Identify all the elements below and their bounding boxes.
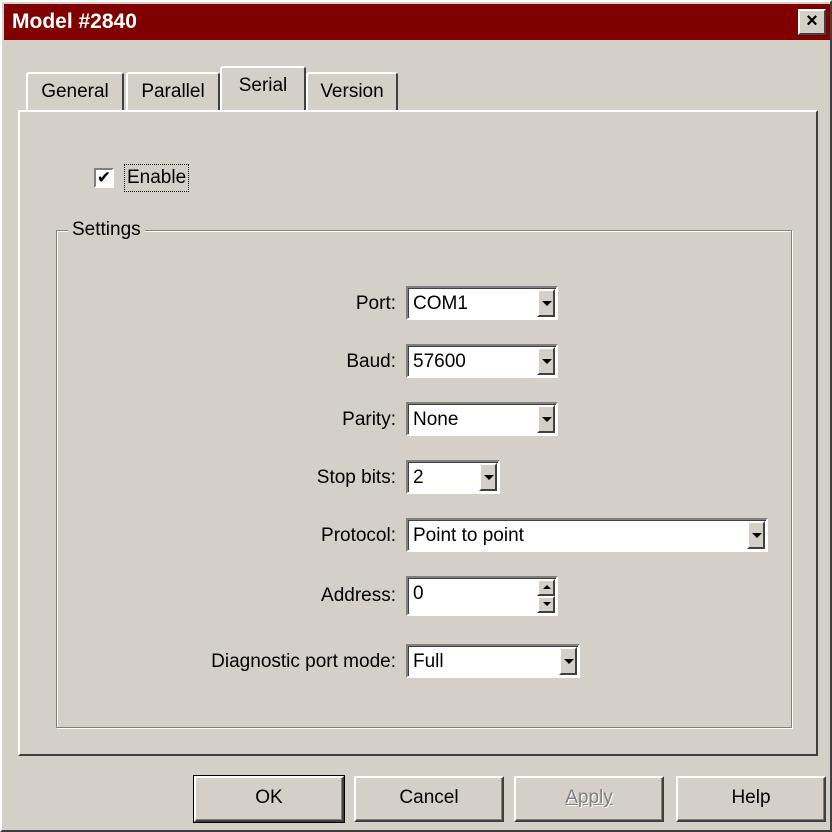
protocol-value: Point to point [413, 525, 524, 546]
tab-serial-label: Serial [238, 75, 288, 96]
diagnostic-port-mode-label: Diagnostic port mode: [211, 651, 396, 672]
ok-button[interactable]: OK [193, 775, 345, 823]
settings-group-label: Settings [68, 218, 145, 242]
properties-dialog: Model #2840 × General Parallel Serial Ve… [0, 0, 832, 832]
tab-version-label: Version [320, 81, 384, 102]
window-title: Model #2840 [12, 10, 137, 33]
parity-label: Parity: [342, 409, 396, 430]
address-value: 0 [413, 583, 424, 604]
tab-version[interactable]: Version [306, 72, 398, 110]
parity-select[interactable]: None [406, 402, 558, 436]
spin-up-icon[interactable] [537, 579, 555, 596]
cancel-button[interactable]: Cancel [354, 776, 504, 822]
tab-general-label: General [41, 81, 109, 102]
enable-checkbox[interactable]: ✔ [94, 168, 114, 188]
cancel-button-label: Cancel [399, 787, 459, 808]
baud-label: Baud: [346, 351, 396, 372]
stop-bits-value: 2 [413, 467, 424, 488]
enable-label[interactable]: Enable [124, 164, 190, 192]
tab-general[interactable]: General [26, 72, 124, 110]
stop-bits-label: Stop bits: [316, 467, 396, 488]
diagnostic-port-mode-value: Full [413, 651, 444, 672]
close-icon[interactable]: × [798, 9, 826, 35]
address-spinner[interactable]: 0 [406, 576, 558, 616]
baud-dropdown-arrow-icon[interactable] [537, 347, 555, 375]
port-select[interactable]: COM1 [406, 286, 558, 320]
diagnostic-port-mode-select[interactable]: Full [406, 644, 580, 678]
tab-parallel-label: Parallel [141, 81, 205, 102]
parity-value: None [413, 409, 459, 430]
tab-parallel[interactable]: Parallel [126, 72, 220, 110]
port-value: COM1 [413, 293, 468, 314]
stop-bits-select[interactable]: 2 [406, 460, 500, 494]
baud-select[interactable]: 57600 [406, 344, 558, 378]
protocol-dropdown-arrow-icon[interactable] [747, 521, 765, 549]
protocol-select[interactable]: Point to point [406, 518, 768, 552]
diagnostic-dropdown-arrow-icon[interactable] [559, 647, 577, 675]
tab-serial[interactable]: Serial [220, 66, 306, 110]
port-label: Port: [355, 293, 396, 314]
title-bar[interactable]: Model #2840 × [4, 4, 830, 40]
apply-button[interactable]: Apply [514, 776, 664, 822]
address-label: Address: [321, 585, 396, 606]
help-button[interactable]: Help [676, 776, 826, 822]
help-button-label: Help [731, 787, 771, 808]
ok-button-label: OK [255, 787, 283, 808]
apply-button-label: Apply [565, 787, 613, 808]
spin-down-icon[interactable] [537, 596, 555, 613]
parity-dropdown-arrow-icon[interactable] [537, 405, 555, 433]
port-dropdown-arrow-icon[interactable] [537, 289, 555, 317]
baud-value: 57600 [413, 351, 466, 372]
protocol-label: Protocol: [321, 525, 396, 546]
stop-bits-dropdown-arrow-icon[interactable] [479, 463, 497, 491]
